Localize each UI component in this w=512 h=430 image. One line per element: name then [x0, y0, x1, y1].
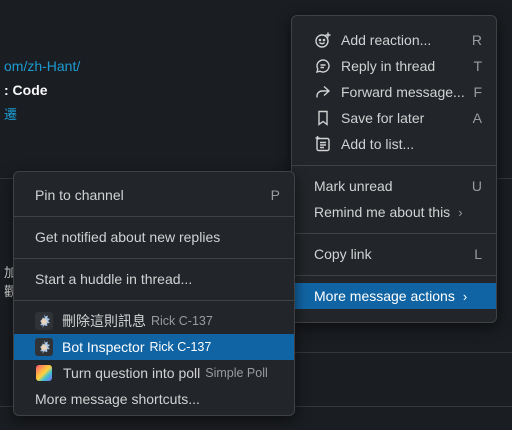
- add-reaction-icon: [314, 31, 332, 49]
- remind-me-item[interactable]: Remind me about this ›: [292, 199, 496, 225]
- add-reaction-label: Add reaction...: [341, 32, 432, 48]
- add-to-list-icon: [314, 135, 332, 153]
- save-for-later-item[interactable]: Save for later A: [292, 105, 496, 131]
- bookmark-icon: [314, 109, 332, 127]
- forward-message-item[interactable]: Forward message... F: [292, 79, 496, 105]
- shortcut-key: L: [474, 246, 482, 262]
- shortcut-key: A: [472, 110, 482, 126]
- shortcut-key: F: [473, 84, 482, 100]
- more-message-actions-label: More message actions: [314, 288, 455, 304]
- shortcut-label: Bot Inspector: [62, 339, 145, 355]
- shortcut-poll-item[interactable]: Turn question into poll Simple Poll: [14, 360, 294, 386]
- chevron-right-icon: ›: [458, 204, 463, 220]
- forward-icon: [314, 83, 332, 101]
- shortcut-label: 刪除這則訊息: [62, 313, 146, 329]
- rick-avatar-icon: [35, 338, 53, 356]
- shortcut-delete-message-item[interactable]: 刪除這則訊息 Rick C-137: [14, 308, 294, 334]
- add-to-list-label: Add to list...: [341, 136, 415, 152]
- notify-replies-label: Get notified about new replies: [35, 229, 221, 245]
- forward-message-label: Forward message...: [341, 84, 465, 100]
- more-message-shortcuts-label: More message shortcuts...: [35, 391, 200, 407]
- bg-link[interactable]: om/zh-Hant/: [4, 58, 80, 74]
- menu-divider: [14, 258, 294, 259]
- thread-icon: [314, 57, 332, 75]
- save-for-later-label: Save for later: [341, 110, 425, 126]
- message-actions-menu: Add reaction... R Reply in thread T Forw…: [291, 15, 497, 323]
- menu-divider: [292, 165, 496, 166]
- menu-divider: [14, 300, 294, 301]
- shortcut-key: P: [270, 187, 280, 203]
- shortcut-key: U: [471, 178, 482, 194]
- bg-glyph: 遷: [4, 107, 18, 122]
- shortcut-app-name: Rick C-137: [151, 314, 213, 328]
- bg-title: : Code: [4, 82, 48, 98]
- mark-unread-label: Mark unread: [314, 178, 393, 194]
- reply-in-thread-item[interactable]: Reply in thread T: [292, 53, 496, 79]
- pin-to-channel-label: Pin to channel: [35, 187, 124, 203]
- rick-avatar-icon: [35, 312, 53, 330]
- mark-unread-item[interactable]: Mark unread U: [292, 173, 496, 199]
- shortcut-label: Turn question into poll: [63, 365, 201, 381]
- menu-divider: [14, 216, 294, 217]
- shortcut-app-name: Simple Poll: [205, 366, 268, 380]
- shortcut-app-name: Rick C-137: [149, 340, 212, 354]
- pin-to-channel-item[interactable]: Pin to channel P: [14, 182, 294, 208]
- simple-poll-icon: [36, 365, 52, 381]
- chevron-right-icon: ›: [462, 288, 468, 304]
- more-actions-submenu: Pin to channel P Get notified about new …: [13, 171, 295, 416]
- menu-divider: [292, 275, 496, 276]
- add-reaction-item[interactable]: Add reaction... R: [292, 27, 496, 53]
- start-huddle-item[interactable]: Start a huddle in thread...: [14, 266, 294, 292]
- add-to-list-item[interactable]: Add to list...: [292, 131, 496, 157]
- notify-replies-item[interactable]: Get notified about new replies: [14, 224, 294, 250]
- more-message-shortcuts-item[interactable]: More message shortcuts...: [14, 386, 294, 412]
- copy-link-label: Copy link: [314, 246, 372, 262]
- copy-link-item[interactable]: Copy link L: [292, 241, 496, 267]
- shortcut-bot-inspector-item[interactable]: Bot Inspector Rick C-137: [14, 334, 294, 360]
- reply-in-thread-label: Reply in thread: [341, 58, 436, 74]
- bg-divider: [295, 352, 512, 353]
- start-huddle-label: Start a huddle in thread...: [35, 271, 193, 287]
- more-message-actions-item[interactable]: More message actions ›: [292, 283, 496, 309]
- menu-divider: [292, 233, 496, 234]
- remind-me-label: Remind me about this: [314, 204, 451, 220]
- shortcut-key: R: [471, 32, 482, 48]
- shortcut-key: T: [473, 58, 482, 74]
